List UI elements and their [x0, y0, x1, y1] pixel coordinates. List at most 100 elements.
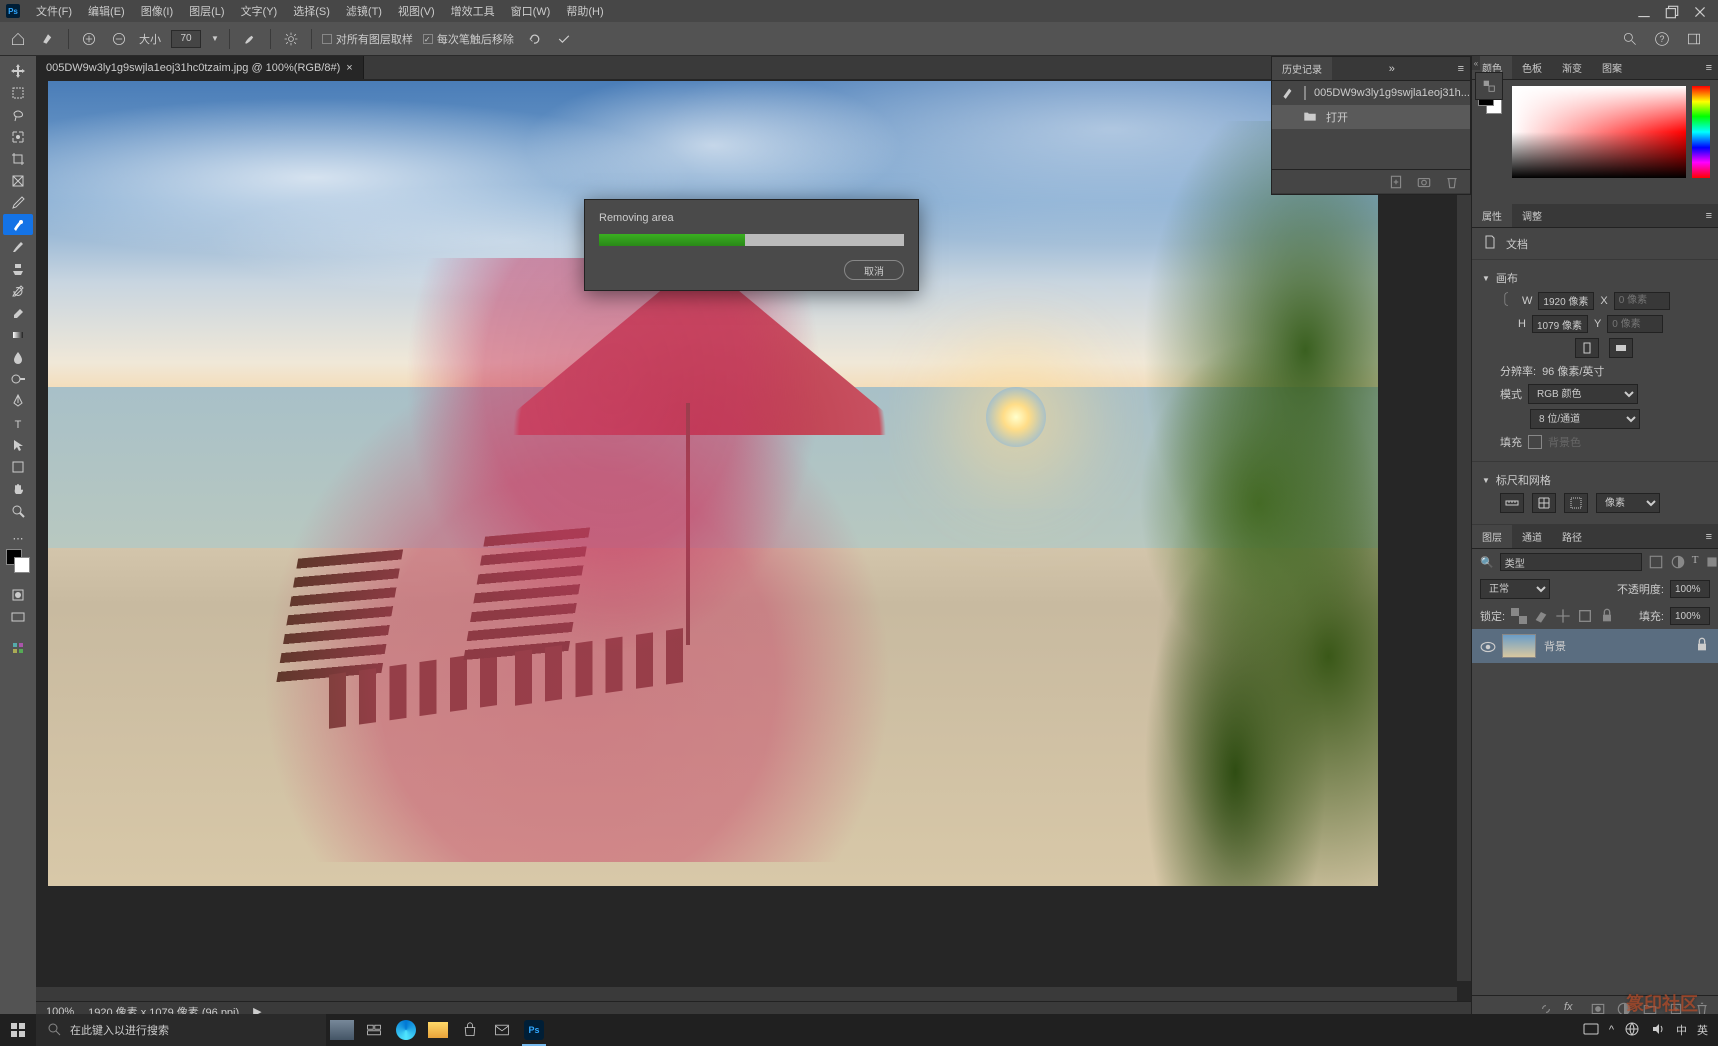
photoshop-taskbar-icon[interactable]: Ps	[518, 1014, 550, 1046]
tray-chevron-icon[interactable]: ^	[1609, 1024, 1614, 1036]
lock-pixels-icon[interactable]	[1533, 608, 1549, 624]
grid-icon[interactable]	[1532, 493, 1556, 513]
history-brush-tool[interactable]	[3, 280, 33, 301]
apply-icon[interactable]	[554, 29, 574, 49]
remove-after-stroke-checkbox[interactable]: 每次笔触后移除	[423, 31, 514, 47]
filter-shape-icon[interactable]	[1704, 554, 1718, 570]
menu-select[interactable]: 选择(S)	[285, 0, 338, 22]
tab-properties[interactable]: 属性	[1472, 204, 1512, 227]
workspace-icon[interactable]	[1684, 29, 1704, 49]
remove-tool[interactable]	[3, 214, 33, 235]
brush-settings-icon[interactable]	[240, 29, 260, 49]
tab-channels[interactable]: 通道	[1512, 525, 1552, 548]
mail-icon[interactable]	[486, 1014, 518, 1046]
marquee-tool[interactable]	[3, 82, 33, 103]
input-indicator-icon[interactable]	[1583, 1021, 1599, 1040]
tab-paths[interactable]: 路径	[1552, 525, 1592, 548]
tool-preset-icon[interactable]	[38, 29, 58, 49]
collapse-icon[interactable]: »	[1383, 63, 1401, 75]
x-input[interactable]	[1614, 292, 1670, 310]
dodge-tool[interactable]	[3, 368, 33, 389]
crop-tool[interactable]	[3, 148, 33, 169]
panel-menu-icon[interactable]: ≡	[1700, 210, 1718, 222]
mode-select[interactable]: RGB 颜色	[1528, 384, 1638, 404]
minimize-button[interactable]	[1636, 4, 1650, 18]
fill-swatch[interactable]	[1528, 435, 1542, 449]
menu-file[interactable]: 文件(F)	[28, 0, 80, 22]
help-icon[interactable]: ?	[1652, 29, 1672, 49]
filter-pixel-icon[interactable]	[1648, 554, 1664, 570]
eyedropper-tool[interactable]	[3, 192, 33, 213]
screen-mode-tool[interactable]	[3, 606, 33, 627]
tab-patterns[interactable]: 图案	[1592, 56, 1632, 79]
gradient-tool[interactable]	[3, 324, 33, 345]
document-tab[interactable]: 005DW9w3ly1g9swjla1eoj31hc0tzaim.jpg @ 1…	[36, 56, 364, 79]
search-icon[interactable]	[1620, 29, 1640, 49]
sample-all-layers-checkbox[interactable]: 对所有图层取样	[322, 31, 413, 47]
lasso-tool[interactable]	[3, 104, 33, 125]
guides-icon[interactable]	[1564, 493, 1588, 513]
cc-libraries-icon[interactable]	[3, 637, 33, 658]
layer-filter-input[interactable]	[1500, 553, 1642, 571]
brush-tool[interactable]	[3, 236, 33, 257]
subtract-mode-icon[interactable]	[109, 29, 129, 49]
horizontal-scrollbar[interactable]	[36, 987, 1457, 1001]
explorer-icon[interactable]	[422, 1014, 454, 1046]
ruler-unit-select[interactable]: 像素	[1596, 493, 1660, 513]
lock-all-icon[interactable]	[1599, 608, 1615, 624]
hue-slider[interactable]	[1692, 86, 1710, 178]
ruler-icon[interactable]	[1500, 493, 1524, 513]
color-spectrum[interactable]	[1512, 86, 1686, 178]
tab-history[interactable]: 历史记录	[1272, 57, 1332, 80]
menu-layer[interactable]: 图层(L)	[181, 0, 232, 22]
close-icon[interactable]: ×	[346, 62, 352, 74]
taskbar-search[interactable]: 在此键入以进行搜索	[36, 1014, 326, 1046]
collapsed-panel-icon[interactable]	[1475, 72, 1503, 100]
blend-mode-select[interactable]: 正常	[1480, 579, 1550, 599]
orientation-portrait[interactable]	[1575, 338, 1599, 358]
lock-artboard-icon[interactable]	[1577, 608, 1593, 624]
restore-button[interactable]	[1664, 4, 1678, 18]
menu-plugins[interactable]: 增效工具	[443, 0, 503, 22]
width-input[interactable]	[1538, 292, 1594, 310]
shape-tool[interactable]	[3, 456, 33, 477]
filter-search-icon[interactable]: 🔍	[1480, 556, 1494, 569]
filter-type-icon[interactable]: T	[1692, 554, 1699, 570]
path-select-tool[interactable]	[3, 434, 33, 455]
new-document-icon[interactable]	[1388, 174, 1404, 190]
tab-adjustments[interactable]: 调整	[1512, 204, 1552, 227]
menu-filter[interactable]: 滤镜(T)	[338, 0, 390, 22]
menu-edit[interactable]: 编辑(E)	[80, 0, 133, 22]
history-state[interactable]: 打开	[1272, 105, 1470, 129]
task-view-icon[interactable]	[358, 1014, 390, 1046]
canvas-section-header[interactable]: ▼画布	[1482, 270, 1708, 286]
cancel-button[interactable]: 取消	[844, 260, 904, 280]
tab-layers[interactable]: 图层	[1472, 525, 1512, 548]
menu-image[interactable]: 图像(I)	[133, 0, 181, 22]
taskbar-app-1[interactable]	[326, 1014, 358, 1046]
vertical-scrollbar[interactable]	[1457, 104, 1471, 981]
layer-row[interactable]: 背景	[1472, 629, 1718, 663]
eraser-tool[interactable]	[3, 302, 33, 323]
lock-transparency-icon[interactable]	[1511, 608, 1527, 624]
gear-icon[interactable]	[281, 29, 301, 49]
home-icon[interactable]	[8, 29, 28, 49]
tab-swatches[interactable]: 色板	[1512, 56, 1552, 79]
menu-type[interactable]: 文字(Y)	[233, 0, 286, 22]
size-input[interactable]	[171, 30, 201, 48]
size-dropdown[interactable]: ▼	[211, 34, 219, 43]
height-input[interactable]	[1532, 315, 1588, 333]
panel-menu-icon[interactable]: ≡	[1452, 63, 1470, 75]
opacity-input[interactable]	[1670, 580, 1710, 598]
zoom-tool[interactable]	[3, 500, 33, 521]
collapsed-panel-strip[interactable]: «	[1472, 56, 1480, 70]
quick-select-tool[interactable]	[3, 126, 33, 147]
link-icon[interactable]	[1500, 291, 1516, 310]
pen-tool[interactable]	[3, 390, 33, 411]
blur-tool[interactable]	[3, 346, 33, 367]
undo-icon[interactable]	[524, 29, 544, 49]
edit-toolbar-icon[interactable]: ⋯	[3, 531, 33, 545]
menu-help[interactable]: 帮助(H)	[558, 0, 611, 22]
color-swatch-tool[interactable]	[3, 546, 33, 574]
menu-view[interactable]: 视图(V)	[390, 0, 443, 22]
